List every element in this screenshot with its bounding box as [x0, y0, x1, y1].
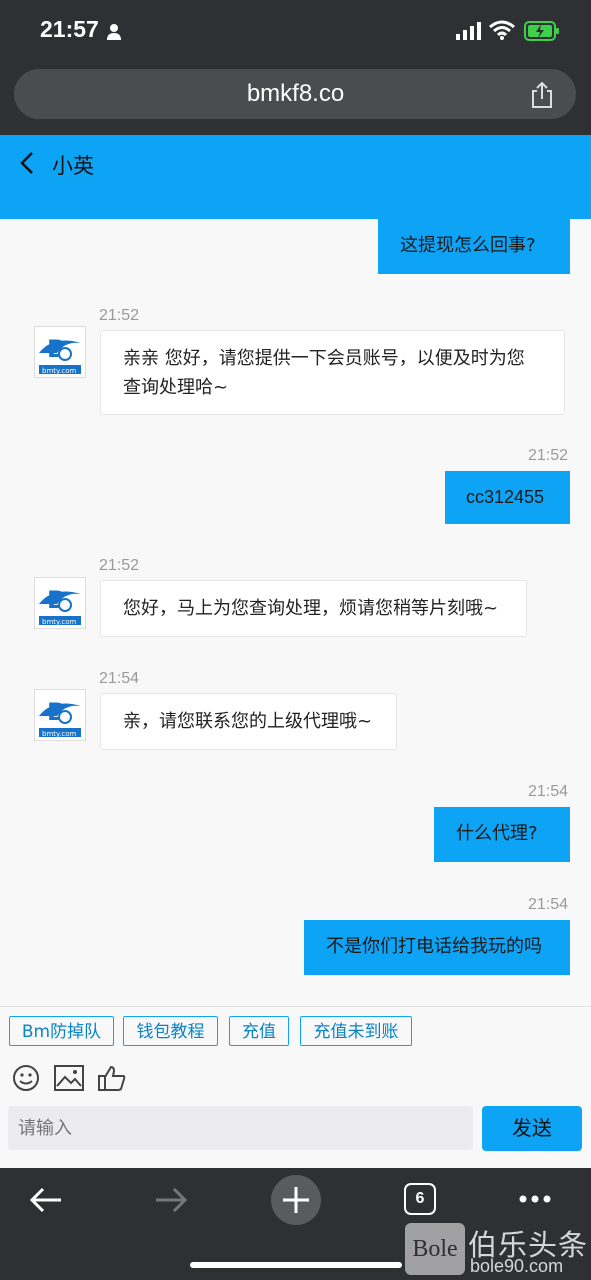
avatar: Bbmty.com: [34, 689, 86, 741]
url-text: bmkf8.co: [246, 80, 345, 107]
battery-charging-icon: [524, 21, 559, 41]
chat-title: 小英: [52, 154, 94, 178]
wifi-icon: [489, 20, 515, 40]
svg-text:bmty.com: bmty.com: [42, 618, 77, 626]
message-text: 不是你们打电话给我玩的吗: [326, 936, 542, 957]
message-bubble-outgoing: cc312455: [445, 471, 570, 524]
message-bubble-outgoing: 不是你们打电话给我玩的吗: [304, 920, 570, 975]
message-text: 什么代理?: [456, 823, 538, 844]
send-button[interactable]: 发送: [482, 1106, 582, 1151]
message-input[interactable]: [8, 1106, 473, 1150]
share-icon[interactable]: [529, 81, 555, 109]
svg-text:bmty.com: bmty.com: [42, 367, 77, 375]
message-text-line1: 亲亲 您好，请您提供一下会员账号，以便及时为您: [123, 348, 525, 369]
quick-reply-recharge-not-received[interactable]: 充值未到账: [300, 1016, 412, 1046]
message-bubble-incoming: 亲，请您联系您的上级代理哦~: [100, 693, 397, 750]
tabs-button[interactable]: 6: [404, 1183, 436, 1215]
message-timestamp: 21:54: [528, 783, 569, 800]
bmty-logo-icon: Bbmty.com: [39, 586, 81, 626]
emoji-icon[interactable]: [12, 1064, 40, 1092]
quick-reply-wallet-tutorial[interactable]: 钱包教程: [123, 1016, 218, 1046]
forward-arrow-icon[interactable]: [154, 1186, 188, 1214]
quick-reply-recharge[interactable]: 充值: [229, 1016, 289, 1046]
bmty-logo-icon: Bbmty.com: [39, 335, 81, 375]
svg-text:bmty.com: bmty.com: [42, 730, 77, 738]
watermark-site: bole90.com: [470, 1256, 564, 1276]
person-icon: [107, 24, 121, 40]
message-timestamp: 21:54: [99, 670, 140, 687]
chevron-left-icon[interactable]: [18, 150, 36, 176]
message-text: 亲，请您联系您的上级代理哦~: [123, 711, 373, 732]
more-options-icon[interactable]: [518, 1194, 552, 1204]
message-timestamp: 21:52: [99, 557, 140, 574]
cellular-signal-icon: [456, 22, 481, 40]
bmty-logo-icon: Bbmty.com: [39, 698, 81, 738]
divider: [0, 1006, 591, 1007]
status-time: 21:57: [40, 16, 99, 42]
back-arrow-icon[interactable]: [29, 1186, 63, 1214]
message-text: cc312455: [466, 487, 545, 507]
message-bubble-incoming: 亲亲 您好，请您提供一下会员账号，以便及时为您 查询处理哈~: [100, 330, 565, 415]
message-text: 这提现怎么回事?: [400, 235, 536, 256]
message-timestamp: 21:52: [528, 447, 569, 464]
watermark-logo: Bole: [405, 1223, 465, 1275]
new-tab-plus-icon[interactable]: [270, 1174, 322, 1226]
image-icon[interactable]: [54, 1065, 84, 1091]
message-bubble-outgoing: 这提现怎么回事?: [378, 219, 570, 274]
message-bubble-incoming: 您好，马上为您查询处理，烦请您稍等片刻哦~: [100, 580, 527, 637]
quick-reply-bm[interactable]: Bm防掉队: [9, 1016, 114, 1046]
message-bubble-outgoing: 什么代理?: [434, 807, 570, 862]
avatar: Bbmty.com: [34, 326, 86, 378]
message-timestamp: 21:54: [528, 896, 569, 913]
avatar: Bbmty.com: [34, 577, 86, 629]
home-indicator: [190, 1262, 402, 1268]
message-text: 您好，马上为您查询处理，烦请您稍等片刻哦~: [123, 598, 499, 619]
thumbs-up-icon[interactable]: [98, 1064, 126, 1092]
message-timestamp: 21:52: [99, 307, 140, 324]
message-text-line2: 查询处理哈~: [123, 377, 229, 398]
